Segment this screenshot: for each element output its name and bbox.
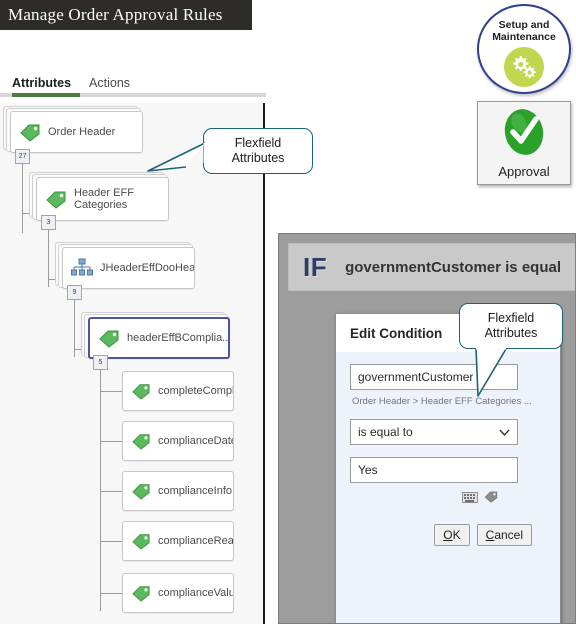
callout-flexfield-attributes-tree: Flexfield Attributes xyxy=(147,128,313,174)
tree-node-count-badge[interactable]: 27 xyxy=(15,149,30,164)
tree-connector xyxy=(48,225,49,287)
attribute-input-value: governmentCustomer xyxy=(358,370,474,384)
callout-line-1: Flexfield xyxy=(234,136,282,150)
setup-badge-text: Setup and Maintenance xyxy=(492,19,556,43)
value-input[interactable]: Yes xyxy=(350,457,518,483)
tree-node-label: JHeaderEffDooHea... xyxy=(100,262,194,274)
attributes-tree-panel[interactable]: Order Header 27 Header EFF Categories 3 xyxy=(0,103,265,624)
tree-leaf-label: complianceDate xyxy=(158,435,233,447)
tree-leaf-completecompliance[interactable]: completeComplianc... xyxy=(122,371,234,411)
tree-connector xyxy=(100,541,122,542)
tree-leaf-label: completeComplianc... xyxy=(158,385,233,397)
tree-connector xyxy=(22,155,23,233)
setup-badge-line-2: Maintenance xyxy=(492,31,556,43)
tab-underline xyxy=(0,93,266,97)
callout-line-2: Attributes xyxy=(484,326,538,340)
check-oval-icon xyxy=(500,107,548,162)
tree-connector xyxy=(100,491,122,492)
callout-line-1: Flexfield xyxy=(487,311,535,325)
approval-badge[interactable]: Approval xyxy=(477,101,571,185)
cancel-rest: ancel xyxy=(494,528,523,542)
tab-attributes[interactable]: Attributes xyxy=(12,76,71,90)
tree-node-headereffbcomplia[interactable]: headerEffBComplia... 5 xyxy=(81,312,230,370)
cancel-button[interactable]: Cancel xyxy=(476,524,532,546)
page-title-bar: Manage Order Approval Rules xyxy=(0,0,252,30)
tree-node-label: headerEffBComplia... xyxy=(127,332,228,344)
ok-rest: K xyxy=(452,528,461,542)
if-keyword: IF xyxy=(303,251,328,282)
keyboard-icon[interactable] xyxy=(462,490,478,508)
tag-icon xyxy=(131,432,151,450)
chevron-down-icon xyxy=(499,429,510,436)
hierarchy-icon xyxy=(71,258,93,278)
tag-icon xyxy=(131,532,151,550)
tree-connector xyxy=(100,391,122,392)
tree-node-count-badge[interactable]: 3 xyxy=(41,215,56,230)
tree-node-jheadereffdoohea[interactable]: JHeaderEffDooHea... 9 xyxy=(55,242,195,300)
tree-node-order-header[interactable]: Order Header 27 xyxy=(3,106,143,164)
tag-icon xyxy=(131,584,151,602)
tree-connector xyxy=(100,441,122,442)
gears-icon xyxy=(504,47,544,87)
ok-button[interactable]: OK xyxy=(434,524,470,546)
operator-select[interactable]: is equal to xyxy=(350,419,518,445)
value-input-value: Yes xyxy=(358,463,378,477)
tag-icon xyxy=(98,328,120,348)
tree-connector xyxy=(100,593,122,594)
tree-node-count-badge[interactable]: 5 xyxy=(93,355,108,370)
dialog-button-row: OK Cancel xyxy=(350,508,546,546)
tree-node-header-eff-categories[interactable]: Header EFF Categories 3 xyxy=(29,172,169,230)
tree-leaf-label: complianceReason xyxy=(158,535,233,547)
tree-leaf-compliancevalue[interactable]: complianceValue xyxy=(122,573,234,613)
operator-select-value: is equal to xyxy=(358,425,413,439)
tree-leaf-complianceinfo[interactable]: complianceInfo xyxy=(122,471,234,511)
callout-line-2: Attributes xyxy=(231,151,285,165)
dialog-title: Edit Condition xyxy=(350,325,443,341)
tree-node-count-badge[interactable]: 9 xyxy=(67,285,82,300)
setup-and-maintenance-badge[interactable]: Setup and Maintenance xyxy=(477,4,571,94)
tab-active-indicator xyxy=(12,93,80,97)
tag-icon xyxy=(45,189,67,209)
value-helper-icons xyxy=(462,490,546,508)
tree-leaf-compliancereason[interactable]: complianceReason xyxy=(122,521,234,561)
tab-bar: Attributes Actions xyxy=(0,68,266,97)
tag-icon xyxy=(19,122,41,142)
ok-accel: O xyxy=(443,528,453,542)
approval-badge-label: Approval xyxy=(498,164,550,179)
tree-leaf-label: complianceInfo xyxy=(158,485,232,497)
tag-icon xyxy=(131,382,151,400)
tree-node-label: Header EFF Categories xyxy=(74,187,134,211)
tag-icon[interactable] xyxy=(483,490,499,508)
callout-flexfield-attributes-dialog: Flexfield Attributes xyxy=(459,303,563,397)
page-title: Manage Order Approval Rules xyxy=(8,5,223,24)
cancel-accel: C xyxy=(485,528,495,542)
tree-node-label: Order Header xyxy=(48,126,116,138)
tag-icon xyxy=(131,482,151,500)
if-condition-bar[interactable]: IF governmentCustomer is equal xyxy=(288,243,575,291)
rule-editor-panel[interactable]: IF governmentCustomer is equal ELSE Edit… xyxy=(278,233,576,624)
condition-summary-text: governmentCustomer is equal xyxy=(345,258,561,276)
tree-leaf-compliancedate[interactable]: complianceDate xyxy=(122,421,234,461)
setup-badge-line-1: Setup and xyxy=(498,19,550,31)
tree-leaf-label: complianceValue xyxy=(158,587,233,599)
tab-actions[interactable]: Actions xyxy=(89,76,130,90)
tree-connector xyxy=(100,361,101,611)
